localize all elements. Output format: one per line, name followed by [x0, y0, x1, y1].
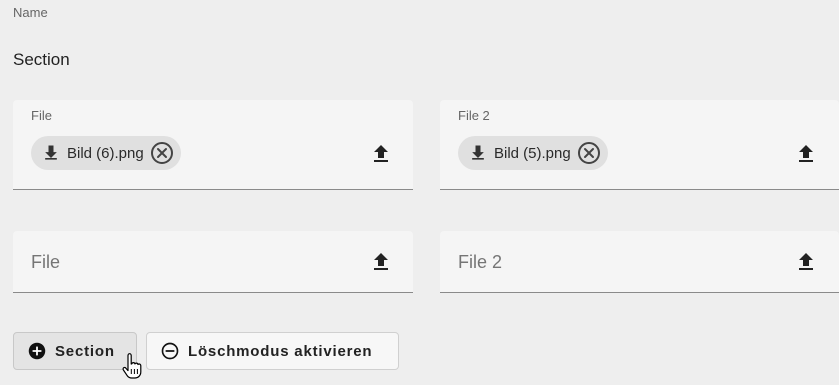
download-icon[interactable] [468, 143, 488, 163]
upload-icon[interactable] [794, 142, 818, 166]
remove-circle-outline-icon [161, 342, 179, 360]
add-section-button[interactable]: Section [13, 332, 137, 370]
hand-pointer-icon [122, 353, 142, 379]
section-title: Section [13, 50, 70, 69]
form-page: Name Section File Bild (6).png File 2 Bi… [0, 0, 839, 385]
download-icon[interactable] [41, 143, 61, 163]
upload-icon[interactable] [369, 250, 393, 274]
file-chip-name: Bild (5).png [494, 144, 571, 162]
delete-mode-button[interactable]: Löschmodus aktivieren [146, 332, 399, 370]
upload-icon[interactable] [794, 250, 818, 274]
file-field-2[interactable]: File 2 Bild (5).png [440, 100, 839, 190]
file-field-1[interactable]: File Bild (6).png [13, 100, 413, 190]
cancel-circle-icon[interactable] [577, 141, 601, 165]
file-chip[interactable]: Bild (6).png [31, 136, 181, 170]
file-field-4[interactable]: File 2 [440, 231, 839, 293]
file-field-label: File [31, 108, 52, 123]
cancel-circle-icon[interactable] [150, 141, 174, 165]
file-field-label: File 2 [458, 108, 490, 123]
delete-mode-label: Löschmodus aktivieren [188, 342, 373, 360]
file-field-placeholder: File 2 [458, 252, 503, 272]
file-chip-name: Bild (6).png [67, 144, 144, 162]
add-section-label: Section [55, 342, 115, 360]
name-label: Name [13, 5, 48, 20]
file-field-3[interactable]: File [13, 231, 413, 293]
file-chip[interactable]: Bild (5).png [458, 136, 608, 170]
file-field-placeholder: File [31, 252, 61, 272]
upload-icon[interactable] [369, 142, 393, 166]
add-circle-icon [28, 342, 46, 360]
